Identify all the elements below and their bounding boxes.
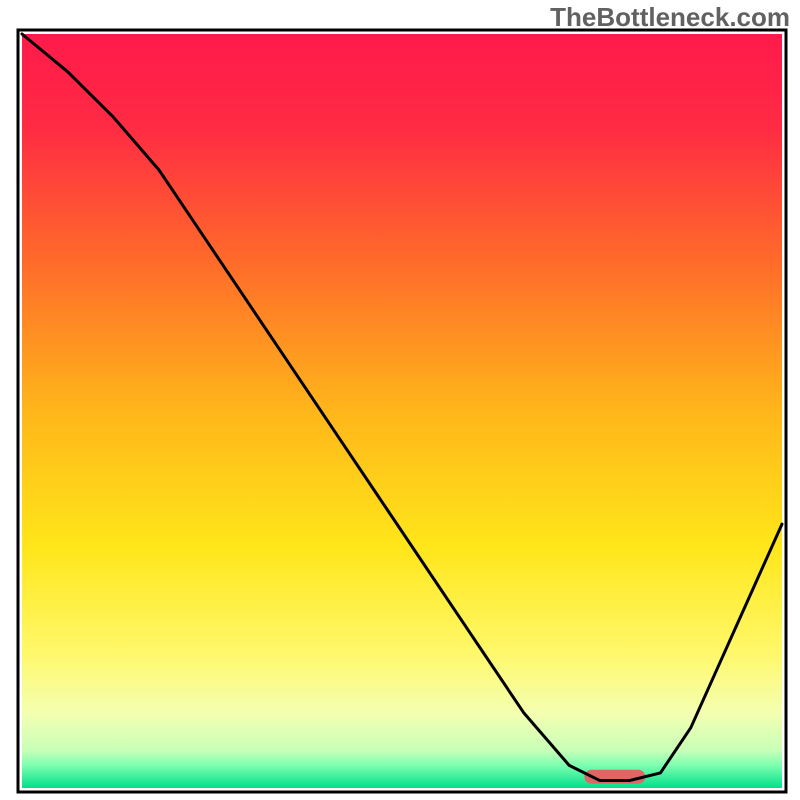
- plot-background: [22, 34, 782, 788]
- chart-container: TheBottleneck.com: [0, 0, 800, 800]
- watermark-text: TheBottleneck.com: [550, 2, 790, 33]
- bottleneck-chart: [0, 0, 800, 800]
